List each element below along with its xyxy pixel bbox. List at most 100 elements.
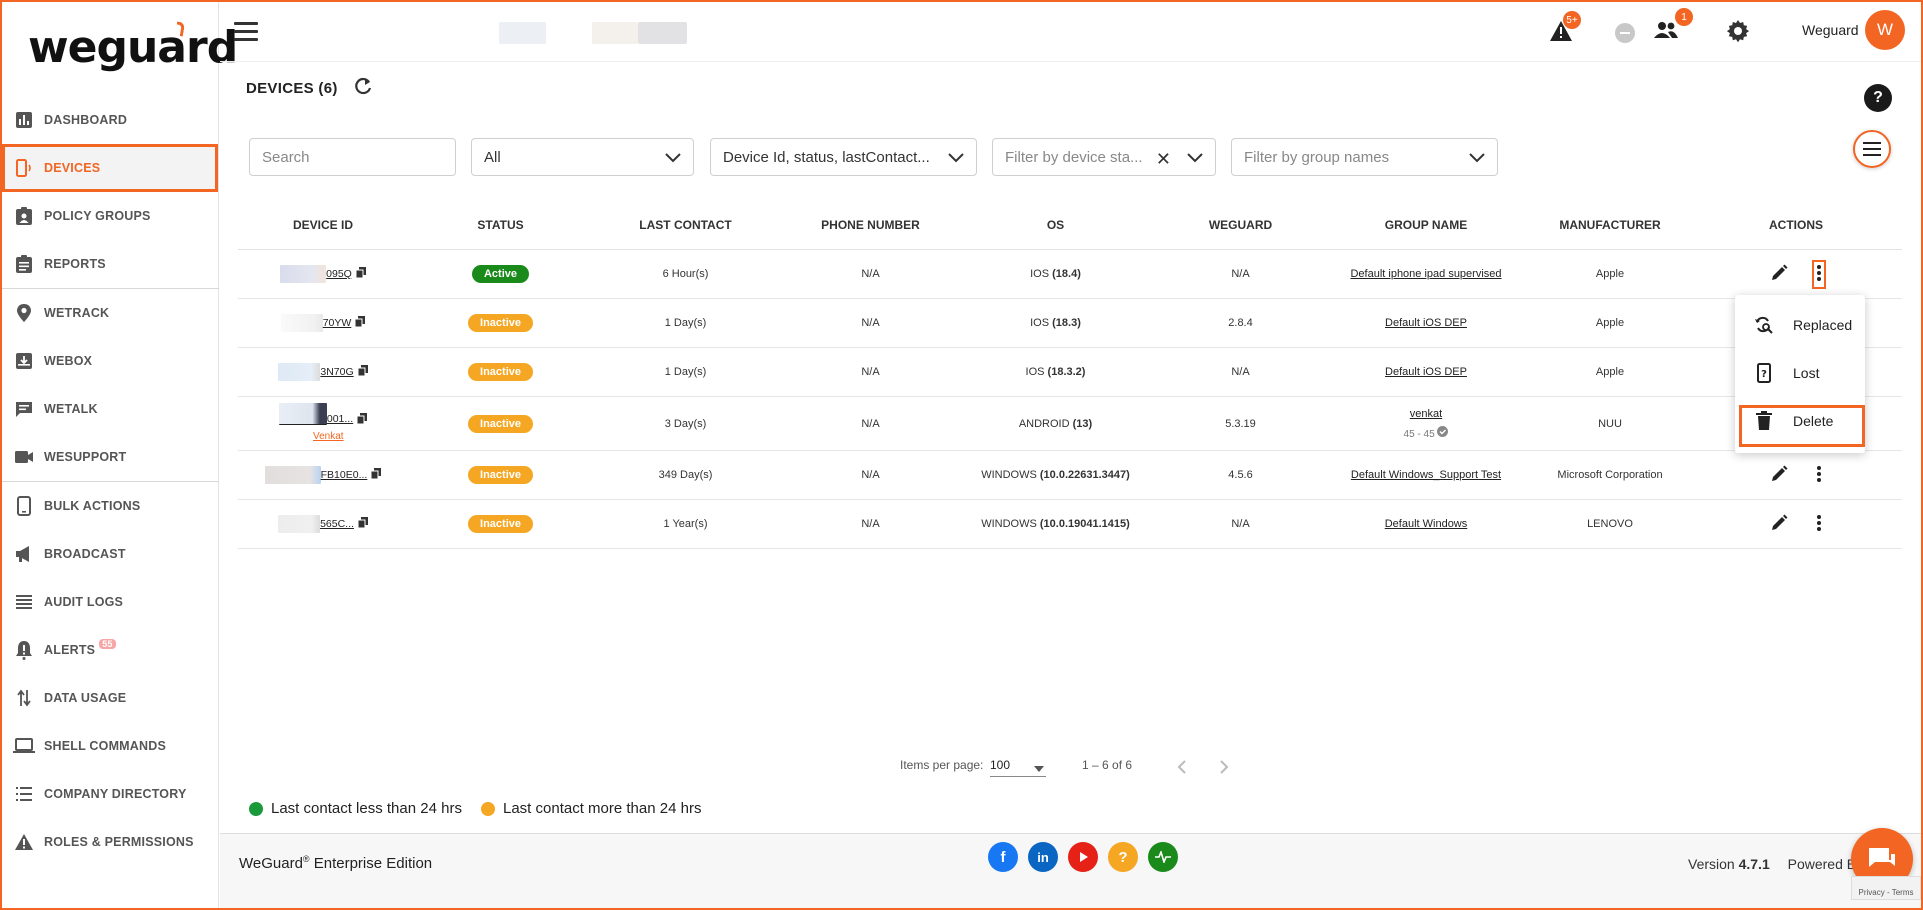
weguard-logo[interactable]: weguard bbox=[28, 22, 238, 73]
more-options-icon[interactable] bbox=[1816, 465, 1822, 486]
sidebar-item-reports[interactable]: REPORTS bbox=[2, 240, 219, 288]
redacted-block bbox=[278, 363, 321, 381]
group-name-link[interactable]: Default iphone ipad supervised bbox=[1350, 268, 1501, 280]
group-name-link[interactable]: Default Windows bbox=[1385, 518, 1468, 530]
edit-pencil-icon[interactable] bbox=[1770, 264, 1788, 285]
device-id-link[interactable]: 3N70G bbox=[320, 366, 353, 378]
status-badge: Inactive bbox=[468, 466, 533, 484]
actions-cell bbox=[1701, 465, 1891, 486]
menu-toggle-icon[interactable] bbox=[234, 22, 258, 42]
device-id-link[interactable]: 70YW bbox=[323, 317, 352, 329]
refresh-icon[interactable] bbox=[352, 76, 374, 103]
sidebar-item-wetalk[interactable]: WETALK bbox=[2, 385, 219, 433]
legend-green: Last contact less than 24 hrs bbox=[249, 800, 462, 817]
menu-item-replaced[interactable]: Replaced bbox=[1735, 303, 1865, 347]
sidebar-item-wesupport[interactable]: WESUPPORT bbox=[2, 433, 219, 481]
users-notification-badge: 1 bbox=[1675, 8, 1693, 26]
column-header[interactable]: PHONE NUMBER bbox=[778, 218, 963, 232]
chevron-down-icon bbox=[665, 150, 681, 167]
clear-icon[interactable]: ✕ bbox=[1156, 149, 1171, 170]
column-menu-button[interactable] bbox=[1853, 130, 1891, 168]
column-header[interactable]: MANUFACTURER bbox=[1519, 218, 1701, 232]
youtube-icon[interactable] bbox=[1068, 842, 1098, 872]
next-page-icon[interactable] bbox=[1219, 760, 1229, 777]
device-id-link[interactable]: 001... bbox=[327, 413, 353, 425]
sidebar-item-shell-commands[interactable]: SHELL COMMANDS bbox=[2, 722, 219, 770]
sidebar-item-broadcast[interactable]: BROADCAST bbox=[2, 530, 219, 578]
search-replace-icon bbox=[1753, 316, 1775, 334]
sidebar-item-devices[interactable]: DEVICES bbox=[2, 144, 218, 192]
items-per-page-select[interactable]: 100 bbox=[990, 758, 1046, 777]
version-label: Version bbox=[1688, 856, 1739, 872]
page-range: 1 – 6 of 6 bbox=[1082, 758, 1133, 772]
sidebar-item-label: BULK ACTIONS bbox=[44, 499, 141, 513]
copy-icon[interactable] bbox=[357, 517, 368, 531]
menu-item-lost[interactable]: ? Lost bbox=[1735, 351, 1865, 395]
redacted-block bbox=[499, 22, 546, 44]
more-options-icon[interactable] bbox=[1812, 259, 1826, 289]
columns-select[interactable]: Device Id, status, lastContact... bbox=[710, 138, 977, 176]
sidebar-item-data-usage[interactable]: DATA USAGE bbox=[2, 674, 219, 722]
user-name[interactable]: Weguard bbox=[1802, 22, 1859, 38]
sidebar-item-bulk-actions[interactable]: BULK ACTIONS bbox=[2, 482, 219, 530]
copy-icon[interactable] bbox=[354, 316, 366, 330]
device-id-link[interactable]: 095Q bbox=[326, 268, 352, 280]
previous-page-icon[interactable] bbox=[1177, 760, 1187, 777]
column-header[interactable]: ACTIONS bbox=[1701, 218, 1891, 232]
sidebar-item-label: BROADCAST bbox=[44, 547, 126, 561]
group-name-link[interactable]: Default Windows_Support Test bbox=[1351, 469, 1501, 481]
table-row: FB10E0... Inactive 349 Day(s) N/A WINDOW… bbox=[238, 451, 1902, 500]
sidebar-item-alerts[interactable]: ALERTS 55 bbox=[2, 626, 219, 674]
devices-table: DEVICE ID STATUS LAST CONTACT PHONE NUMB… bbox=[238, 200, 1902, 549]
column-header[interactable]: LAST CONTACT bbox=[593, 218, 778, 232]
help-icon[interactable]: ? bbox=[1864, 84, 1892, 112]
sidebar-item-label: ALERTS bbox=[44, 643, 96, 657]
column-header[interactable]: GROUP NAME bbox=[1333, 218, 1519, 232]
menu-item-label: Lost bbox=[1793, 365, 1820, 381]
group-name-link[interactable]: venkat bbox=[1410, 408, 1442, 420]
copy-icon[interactable] bbox=[356, 413, 368, 427]
sidebar-item-audit-logs[interactable]: AUDIT LOGS bbox=[2, 578, 219, 626]
group-name-link[interactable]: Default iOS DEP bbox=[1385, 366, 1467, 378]
os-version: (18.3.2) bbox=[1047, 366, 1086, 378]
search-placeholder: Search bbox=[262, 148, 310, 166]
facebook-icon[interactable]: f bbox=[988, 842, 1018, 872]
device-user-link[interactable]: Venkat bbox=[313, 431, 344, 442]
sidebar-item-webox[interactable]: WEBOX bbox=[2, 337, 219, 385]
copy-icon[interactable] bbox=[357, 365, 368, 379]
edit-pencil-icon[interactable] bbox=[1770, 514, 1788, 535]
copy-icon[interactable] bbox=[370, 468, 382, 482]
help-circle-icon[interactable]: ? bbox=[1108, 842, 1138, 872]
sidebar-item-policy-groups[interactable]: POLICY GROUPS bbox=[2, 192, 219, 240]
group-name-link[interactable]: Default iOS DEP bbox=[1385, 317, 1467, 329]
redacted-block bbox=[278, 403, 327, 425]
column-header[interactable]: OS bbox=[963, 218, 1148, 232]
pulse-icon[interactable] bbox=[1148, 842, 1178, 872]
more-options-icon[interactable] bbox=[1816, 514, 1822, 535]
device-id-link[interactable]: FB10E0... bbox=[321, 469, 368, 481]
sidebar-item-dashboard[interactable]: DASHBOARD bbox=[2, 96, 219, 144]
search-input[interactable]: Search bbox=[249, 138, 456, 176]
recaptcha-badge[interactable]: Privacy - Terms bbox=[1851, 876, 1921, 900]
column-header[interactable]: STATUS bbox=[408, 218, 593, 232]
linkedin-icon[interactable]: in bbox=[1028, 842, 1058, 872]
table-row: 095Q Active 6 Hour(s) N/A IOS (18.4) N/A… bbox=[238, 250, 1902, 299]
device-status-filter[interactable]: Filter by device sta... ✕ bbox=[992, 138, 1216, 176]
group-names-filter[interactable]: Filter by group names bbox=[1231, 138, 1498, 176]
phone-cell: N/A bbox=[861, 417, 880, 430]
device-icon bbox=[12, 156, 36, 180]
os-version: (10.0.22631.3447) bbox=[1039, 469, 1130, 481]
os-name: IOS bbox=[1025, 366, 1045, 378]
sidebar-item-roles-permissions[interactable]: ROLES & PERMISSIONS bbox=[2, 818, 219, 866]
edit-pencil-icon[interactable] bbox=[1770, 465, 1788, 486]
avatar[interactable]: W bbox=[1865, 10, 1905, 50]
type-select[interactable]: All bbox=[471, 138, 694, 176]
column-header[interactable]: DEVICE ID bbox=[238, 218, 408, 232]
device-id-link[interactable]: 565C... bbox=[320, 518, 354, 530]
sidebar-item-company-directory[interactable]: COMPANY DIRECTORY bbox=[2, 770, 219, 818]
table-header: DEVICE ID STATUS LAST CONTACT PHONE NUMB… bbox=[238, 200, 1902, 250]
copy-icon[interactable] bbox=[355, 267, 366, 281]
column-header[interactable]: WEGUARD bbox=[1148, 218, 1333, 232]
sidebar-item-wetrack[interactable]: WETRACK bbox=[2, 289, 219, 337]
settings-gear-icon[interactable] bbox=[1724, 17, 1752, 45]
